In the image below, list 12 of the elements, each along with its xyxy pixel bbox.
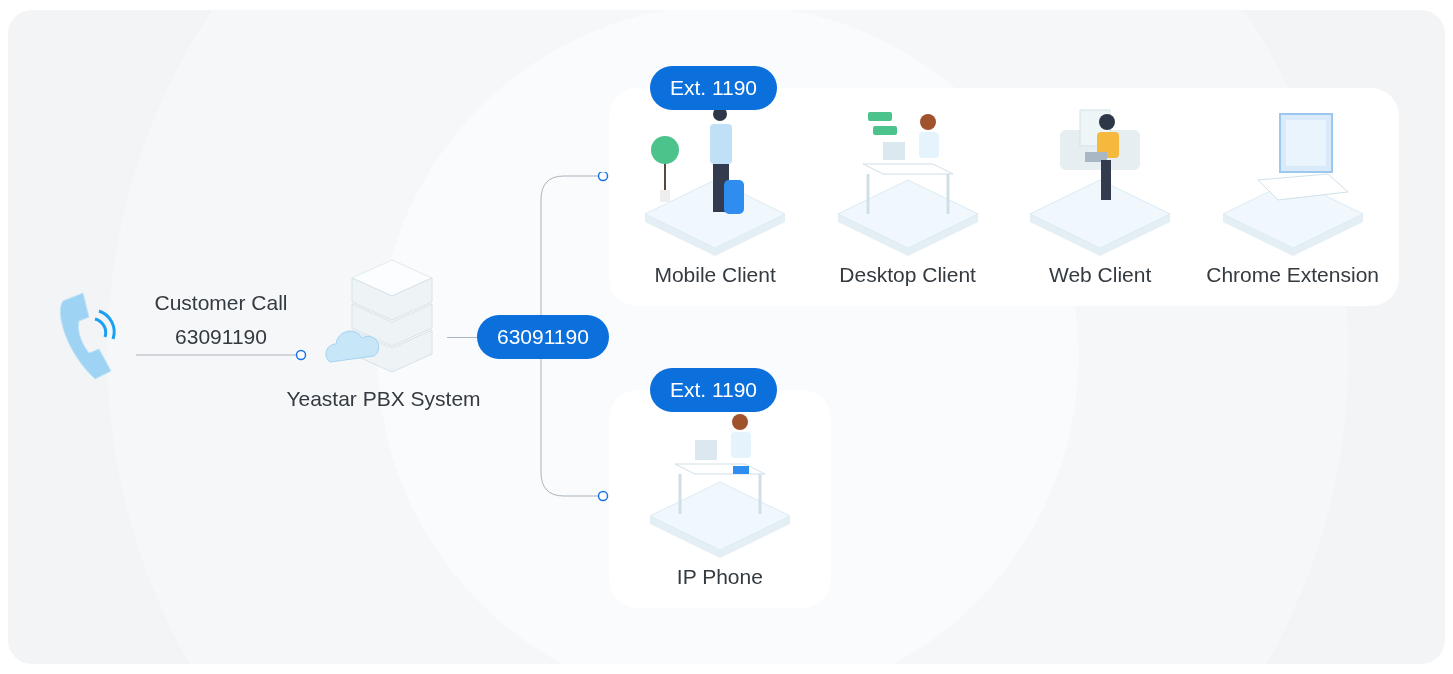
- extension-pill: Ext. 1190: [649, 66, 778, 110]
- connector-line: [447, 336, 477, 338]
- client-label: Chrome Extension: [1206, 262, 1379, 288]
- client-label: IP Phone: [676, 564, 763, 590]
- client-label: Desktop Client: [839, 262, 976, 288]
- caller-label: Customer Call: [154, 289, 288, 316]
- number-pill: 63091190: [477, 315, 609, 359]
- pbx-label: Yeastar PBX System: [286, 386, 481, 412]
- extension-pill: Ext. 1190: [649, 368, 778, 412]
- caller-number: 63091190: [175, 323, 267, 350]
- client-label: Mobile Client: [654, 262, 776, 288]
- client-label: Web Client: [1048, 262, 1152, 288]
